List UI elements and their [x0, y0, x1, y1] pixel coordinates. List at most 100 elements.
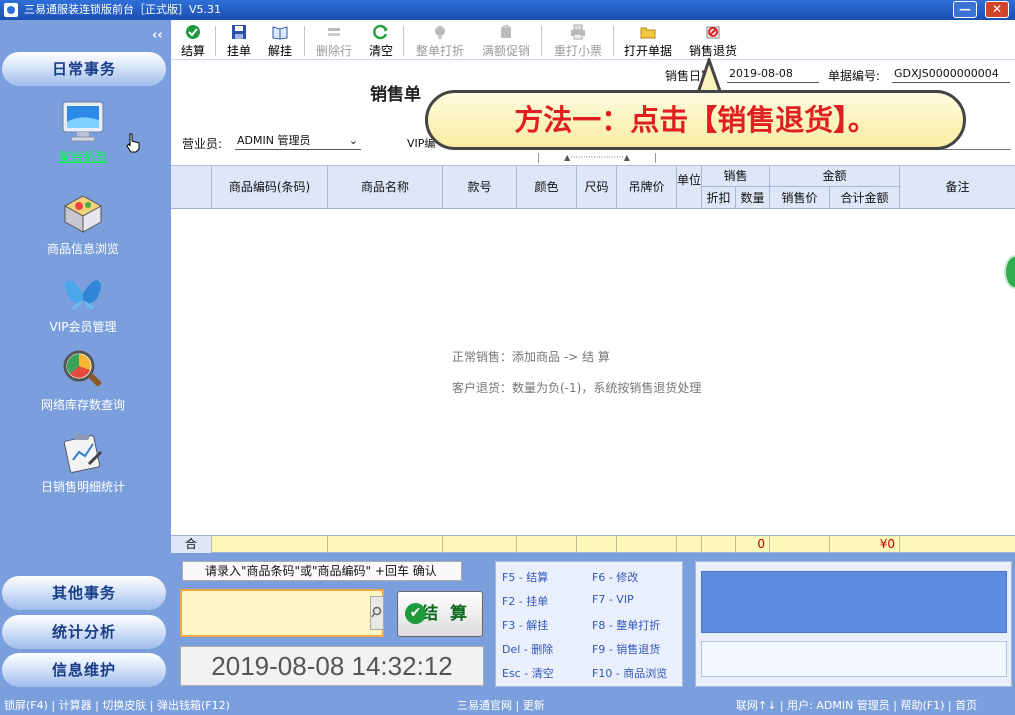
toolbar-label: 清空 [368, 44, 393, 58]
checkout-button[interactable]: ✔ 结 算 [397, 591, 483, 637]
book-icon [272, 26, 288, 40]
collapse-sidebar-button[interactable]: ‹‹ [152, 28, 163, 43]
status-right-info[interactable]: 联网↑↓ | 用户: ADMIN 管理员 | 帮助(F1) | 首页 [736, 696, 977, 715]
total-label: 合计 [171, 536, 212, 568]
shortcut-item: Esc - 清空 [502, 667, 554, 680]
full-amount-promo-button[interactable]: 满额促销 [479, 24, 533, 58]
toolbar-label: 解挂 [267, 44, 292, 58]
toolbar-label: 结算 [180, 44, 205, 58]
whole-order-discount-button[interactable]: 整单打折 [413, 24, 467, 58]
col-remark[interactable]: 备注 [900, 166, 1015, 209]
open-document-button[interactable]: 打开单据 [622, 24, 674, 58]
delete-row-button[interactable]: 删除行 [314, 24, 354, 58]
return-icon [706, 26, 720, 39]
col-style-no[interactable]: 款号 [443, 166, 517, 209]
release-order-button[interactable]: 解挂 [266, 24, 294, 58]
col-sale-price[interactable]: 销售价 [770, 187, 830, 209]
doc-no-field[interactable]: GDXJS0000000004 [892, 66, 1010, 83]
col-color[interactable]: 颜色 [517, 166, 577, 209]
printer-icon [571, 24, 585, 40]
reprint-receipt-button[interactable]: 重打小票 [551, 24, 605, 58]
total-quantity: 0 [736, 536, 770, 553]
sale-date-field[interactable]: 2019-08-08 [727, 66, 819, 83]
search-icon[interactable] [370, 596, 384, 630]
shortcut-item: F10 - 商品浏览 [592, 667, 668, 680]
col-discount[interactable]: 折扣 [702, 187, 736, 209]
mouse-pointer-icon [125, 133, 141, 153]
section-other-affairs[interactable]: 其他事务 [2, 576, 166, 610]
table-header: 商品编码(条码) 商品名称 款号 颜色 尺码 吊牌价 单位 销售 折扣 数量 金… [171, 166, 1015, 209]
nav-label: 前台销售 [58, 150, 107, 164]
clerk-label: 营业员: [182, 137, 223, 151]
refresh-icon [373, 24, 388, 40]
close-button[interactable]: ✕ [985, 1, 1009, 18]
section-statistics[interactable]: 统计分析 [2, 615, 166, 649]
total-cell [328, 536, 443, 553]
nav-item-vip-management[interactable]: VIP会员管理 [0, 270, 166, 335]
section-info-maintenance[interactable]: 信息维护 [2, 653, 166, 687]
toolbar-divider [215, 26, 216, 56]
clerk-select[interactable]: ADMIN 管理员 ⌄ [235, 133, 361, 150]
shortcut-item: F5 - 结算 [502, 571, 549, 584]
toolbar-label: 销售退货 [688, 44, 737, 58]
toolbar-divider [304, 26, 305, 56]
status-left-links[interactable]: 锁屏(F4) | 计算器 | 切换皮肤 | 弹出钱箱(F12) [4, 696, 230, 715]
checkout-button-label: 结 算 [421, 604, 470, 624]
total-cell [617, 536, 677, 553]
chevron-down-icon: ⌄ [348, 134, 358, 147]
folder-icon [640, 27, 656, 39]
col-total-amount[interactable]: 合计金额 [830, 187, 900, 209]
sales-return-button[interactable]: 销售退货 [687, 24, 739, 58]
window-title: 三易通服装连锁版前台［正式版］V5.31 [24, 3, 222, 16]
save-icon [232, 25, 246, 39]
toolbar-label: 挂单 [226, 44, 251, 58]
shortcut-item: Del - 删除 [502, 643, 554, 656]
title-bar: 三易通服装连锁版前台［正式版］V5.31 — ✕ [0, 0, 1015, 20]
col-unit[interactable]: 单位 [677, 166, 702, 209]
panel-splitter[interactable]: ▲·····················▲ [538, 153, 656, 163]
toolbar-label: 满额促销 [481, 44, 530, 58]
row-indicator-header [171, 166, 212, 209]
butterfly-icon [61, 270, 105, 314]
nav-item-daily-sales-stats[interactable]: 日销售明细统计 [0, 430, 166, 495]
minimize-button[interactable]: — [953, 1, 977, 18]
hold-order-button[interactable]: 挂单 [225, 24, 253, 58]
instruction-callout: 方法一：点击【销售退货】。 [425, 90, 966, 150]
shortcut-item: F8 - 整单打折 [592, 619, 661, 632]
col-quantity[interactable]: 数量 [736, 187, 770, 209]
clerk-select-value: ADMIN 管理员 [237, 134, 311, 147]
toolbar-label: 重打小票 [553, 44, 602, 58]
section-daily-affairs[interactable]: 日常事务 [2, 52, 166, 86]
nav-label: VIP会员管理 [49, 320, 117, 334]
total-cell [517, 536, 577, 553]
nav-item-front-sales[interactable]: 前台销售 [0, 100, 166, 165]
col-tag-price[interactable]: 吊牌价 [617, 166, 677, 209]
status-center-links[interactable]: 三易通官网 | 更新 [457, 696, 545, 715]
datetime-display: 2019-08-08 14:32:12 [180, 646, 484, 686]
total-amount: ¥0 [830, 536, 900, 553]
boxes-icon [61, 192, 105, 236]
checkout-toolbar-button[interactable]: 结算 [179, 24, 207, 58]
scan-prompt: 请录入"商品条码"或"商品编码" +回车 确认 [182, 561, 462, 581]
total-cell [770, 536, 830, 553]
display-area [701, 571, 1007, 633]
shortcut-item: F6 - 修改 [592, 571, 639, 584]
shortcut-item: F9 - 销售退货 [592, 643, 661, 656]
info-area [701, 641, 1007, 677]
nav-label: 日销售明细统计 [40, 480, 125, 494]
nav-item-product-browse[interactable]: 商品信息浏览 [0, 192, 166, 257]
shortcut-item: F7 - VIP [592, 593, 634, 606]
total-cell [702, 536, 736, 553]
col-group-amount: 金额 [770, 166, 900, 187]
col-group-sales: 销售 [702, 166, 770, 187]
clear-button[interactable]: 清空 [367, 24, 395, 58]
barcode-input[interactable] [180, 589, 384, 637]
promo-icon [501, 25, 511, 38]
col-product-name[interactable]: 商品名称 [328, 166, 443, 209]
col-size[interactable]: 尺码 [577, 166, 617, 209]
total-cell [577, 536, 617, 553]
doc-no-label: 单据编号: [828, 69, 881, 83]
col-product-code[interactable]: 商品编码(条码) [212, 166, 328, 209]
nav-item-network-stock-query[interactable]: 网络库存数查询 [0, 348, 166, 413]
hint-customer-return: 客户退货：数量为负(-1)，系统按销售退货处理 [452, 381, 702, 395]
